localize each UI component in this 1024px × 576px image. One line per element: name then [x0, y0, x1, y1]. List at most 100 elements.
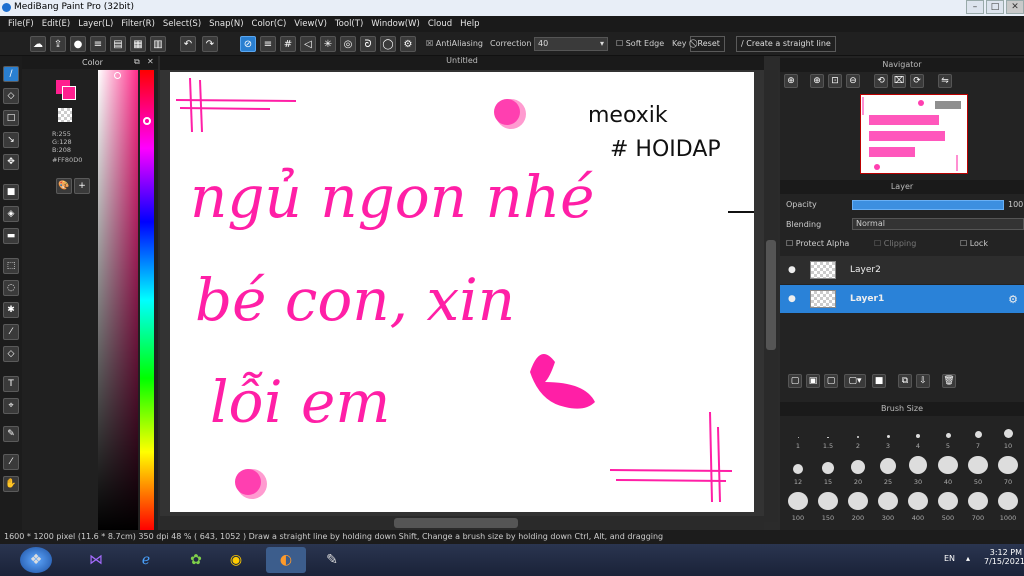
menu-color[interactable]: Color(C): [252, 19, 287, 29]
brush-size-option[interactable]: 2: [846, 420, 870, 450]
fit-icon[interactable]: ⊡: [828, 74, 842, 88]
brush-size-option[interactable]: 5: [936, 420, 960, 450]
drawing-canvas[interactable]: ngủ ngon nhé bé con, xin lỗi em meoxik #…: [170, 72, 754, 512]
app-icon-green[interactable]: ✿: [176, 547, 216, 573]
cross-snap-icon[interactable]: #: [280, 36, 296, 52]
menu-filter[interactable]: Filter(R): [121, 19, 155, 29]
lock-checkbox[interactable]: ☐ Lock: [960, 239, 988, 248]
brush-size-option[interactable]: 70: [996, 456, 1020, 486]
internet-explorer-icon[interactable]: ℯ: [126, 547, 166, 573]
zoom-out-icon[interactable]: ⊕: [810, 74, 824, 88]
horizontal-scrollbar[interactable]: [160, 516, 764, 530]
antialiasing-checkbox[interactable]: ☒ AntiAliasing: [426, 39, 483, 48]
zoom-in-icon[interactable]: ⊕: [784, 74, 798, 88]
no-snap-icon[interactable]: ⊘: [240, 36, 256, 52]
move-tool-icon[interactable]: ✥: [3, 154, 19, 170]
menu-help[interactable]: Help: [460, 19, 479, 29]
new-8bit-layer-icon[interactable]: ▢: [824, 374, 838, 388]
add-layer-menu-icon[interactable]: ▢▾: [844, 374, 866, 388]
dot-tool-icon[interactable]: □: [3, 110, 19, 126]
select-eraser-icon[interactable]: ◇: [3, 346, 19, 362]
duplicate-layer-icon[interactable]: ⧉: [898, 374, 912, 388]
menu-file[interactable]: File(F): [8, 19, 34, 29]
zoom-minus-icon[interactable]: ⊖: [846, 74, 860, 88]
saturation-cursor[interactable]: [114, 72, 121, 79]
horizontal-scroll-thumb[interactable]: [394, 518, 518, 528]
brush-size-option[interactable]: 4: [906, 420, 930, 450]
magic-wand-icon[interactable]: ✱: [3, 302, 19, 318]
grid-icon[interactable]: ▥: [150, 36, 166, 52]
brush-size-option[interactable]: 1: [786, 420, 810, 450]
brush-size-option[interactable]: 7: [966, 420, 990, 450]
snap-settings-icon[interactable]: ⚙: [400, 36, 416, 52]
maximize-button[interactable]: □: [986, 0, 1004, 14]
eraser-tool-icon[interactable]: ◇: [3, 88, 19, 104]
radial-snap-icon[interactable]: ✳: [320, 36, 336, 52]
visibility-icon[interactable]: ●: [788, 265, 798, 275]
gradient-tool-icon[interactable]: ▬: [3, 228, 19, 244]
chrome-icon[interactable]: ◉: [216, 547, 256, 573]
close-button[interactable]: ✕: [1006, 0, 1024, 14]
brush-size-option[interactable]: 10: [996, 420, 1020, 450]
rotate-right-icon[interactable]: ⟳: [910, 74, 924, 88]
brush-size-option[interactable]: 700: [966, 492, 990, 522]
correction-brush-icon[interactable]: ↘: [3, 132, 19, 148]
blending-select[interactable]: Normal: [852, 218, 1024, 230]
start-button[interactable]: ❖: [20, 547, 52, 573]
ellipse-snap-icon[interactable]: ◯: [380, 36, 396, 52]
paint-icon[interactable]: ✎: [312, 547, 352, 573]
folder-icon[interactable]: ■: [872, 374, 886, 388]
parallel-snap-icon[interactable]: ≡: [260, 36, 276, 52]
navigator-preview[interactable]: [860, 94, 968, 174]
tray-arrow-icon[interactable]: ▴: [966, 554, 970, 563]
menu-window[interactable]: Window(W): [371, 19, 420, 29]
panel-icon[interactable]: ▦: [130, 36, 146, 52]
eyedropper-icon[interactable]: ⁄: [3, 454, 19, 470]
transparent-color-swatch[interactable]: [58, 108, 72, 122]
float-icon[interactable]: ⧉: [134, 57, 140, 67]
merge-down-icon[interactable]: ⇩: [916, 374, 930, 388]
layer-settings-icon[interactable]: ⚙: [1008, 293, 1018, 306]
actual-size-icon[interactable]: ⌧: [892, 74, 906, 88]
vertical-scroll-thumb[interactable]: [766, 240, 776, 350]
share-icon[interactable]: ⇪: [50, 36, 66, 52]
brush-size-option[interactable]: 15: [816, 456, 840, 486]
comment-icon[interactable]: ●: [70, 36, 86, 52]
language-indicator[interactable]: EN: [944, 554, 955, 563]
brush-tool-icon[interactable]: ∕: [3, 66, 19, 82]
menu-view[interactable]: View(V): [294, 19, 327, 29]
new-layer-icon[interactable]: ▢: [788, 374, 802, 388]
undo-icon[interactable]: ↶: [180, 36, 196, 52]
circle-snap-icon[interactable]: ◎: [340, 36, 356, 52]
menu-edit[interactable]: Edit(E): [42, 19, 70, 29]
background-color-swatch[interactable]: [62, 86, 76, 100]
brush-size-option[interactable]: 150: [816, 492, 840, 522]
redo-icon[interactable]: ↷: [202, 36, 218, 52]
bucket-tool-icon[interactable]: ◈: [3, 206, 19, 222]
lasso-tool-icon[interactable]: ◌: [3, 280, 19, 296]
layer-row-layer2[interactable]: ● Layer2: [780, 256, 1024, 284]
brush-size-option[interactable]: 500: [936, 492, 960, 522]
brush-size-option[interactable]: 200: [846, 492, 870, 522]
protect-alpha-checkbox[interactable]: ☐ Protect Alpha: [786, 239, 849, 248]
brush-size-option[interactable]: 1000: [996, 492, 1020, 522]
flip-icon[interactable]: ⇋: [938, 74, 952, 88]
brush-size-option[interactable]: 20: [846, 456, 870, 486]
curve-snap-icon[interactable]: ᘐ: [360, 36, 376, 52]
rotate-left-icon[interactable]: ⟲: [874, 74, 888, 88]
medibang-icon[interactable]: ◐: [266, 547, 306, 573]
opacity-slider[interactable]: [852, 200, 1004, 210]
clock[interactable]: 3:12 PM 7/15/2021: [984, 548, 1024, 566]
straight-line-button[interactable]: ∕ Create a straight line: [736, 36, 836, 52]
text-tool-icon[interactable]: T: [3, 376, 19, 392]
brush-size-option[interactable]: 40: [936, 456, 960, 486]
brush-size-option[interactable]: 400: [906, 492, 930, 522]
brush-size-option[interactable]: 50: [966, 456, 990, 486]
menu-snap[interactable]: Snap(N): [209, 19, 243, 29]
menu-cloud[interactable]: Cloud: [428, 19, 452, 29]
new-halftone-layer-icon[interactable]: ▣: [806, 374, 820, 388]
brush-size-option[interactable]: 25: [876, 456, 900, 486]
palette-icon[interactable]: 🎨: [56, 178, 72, 194]
brush-size-option[interactable]: 3: [876, 420, 900, 450]
menu-layer[interactable]: Layer(L): [78, 19, 113, 29]
